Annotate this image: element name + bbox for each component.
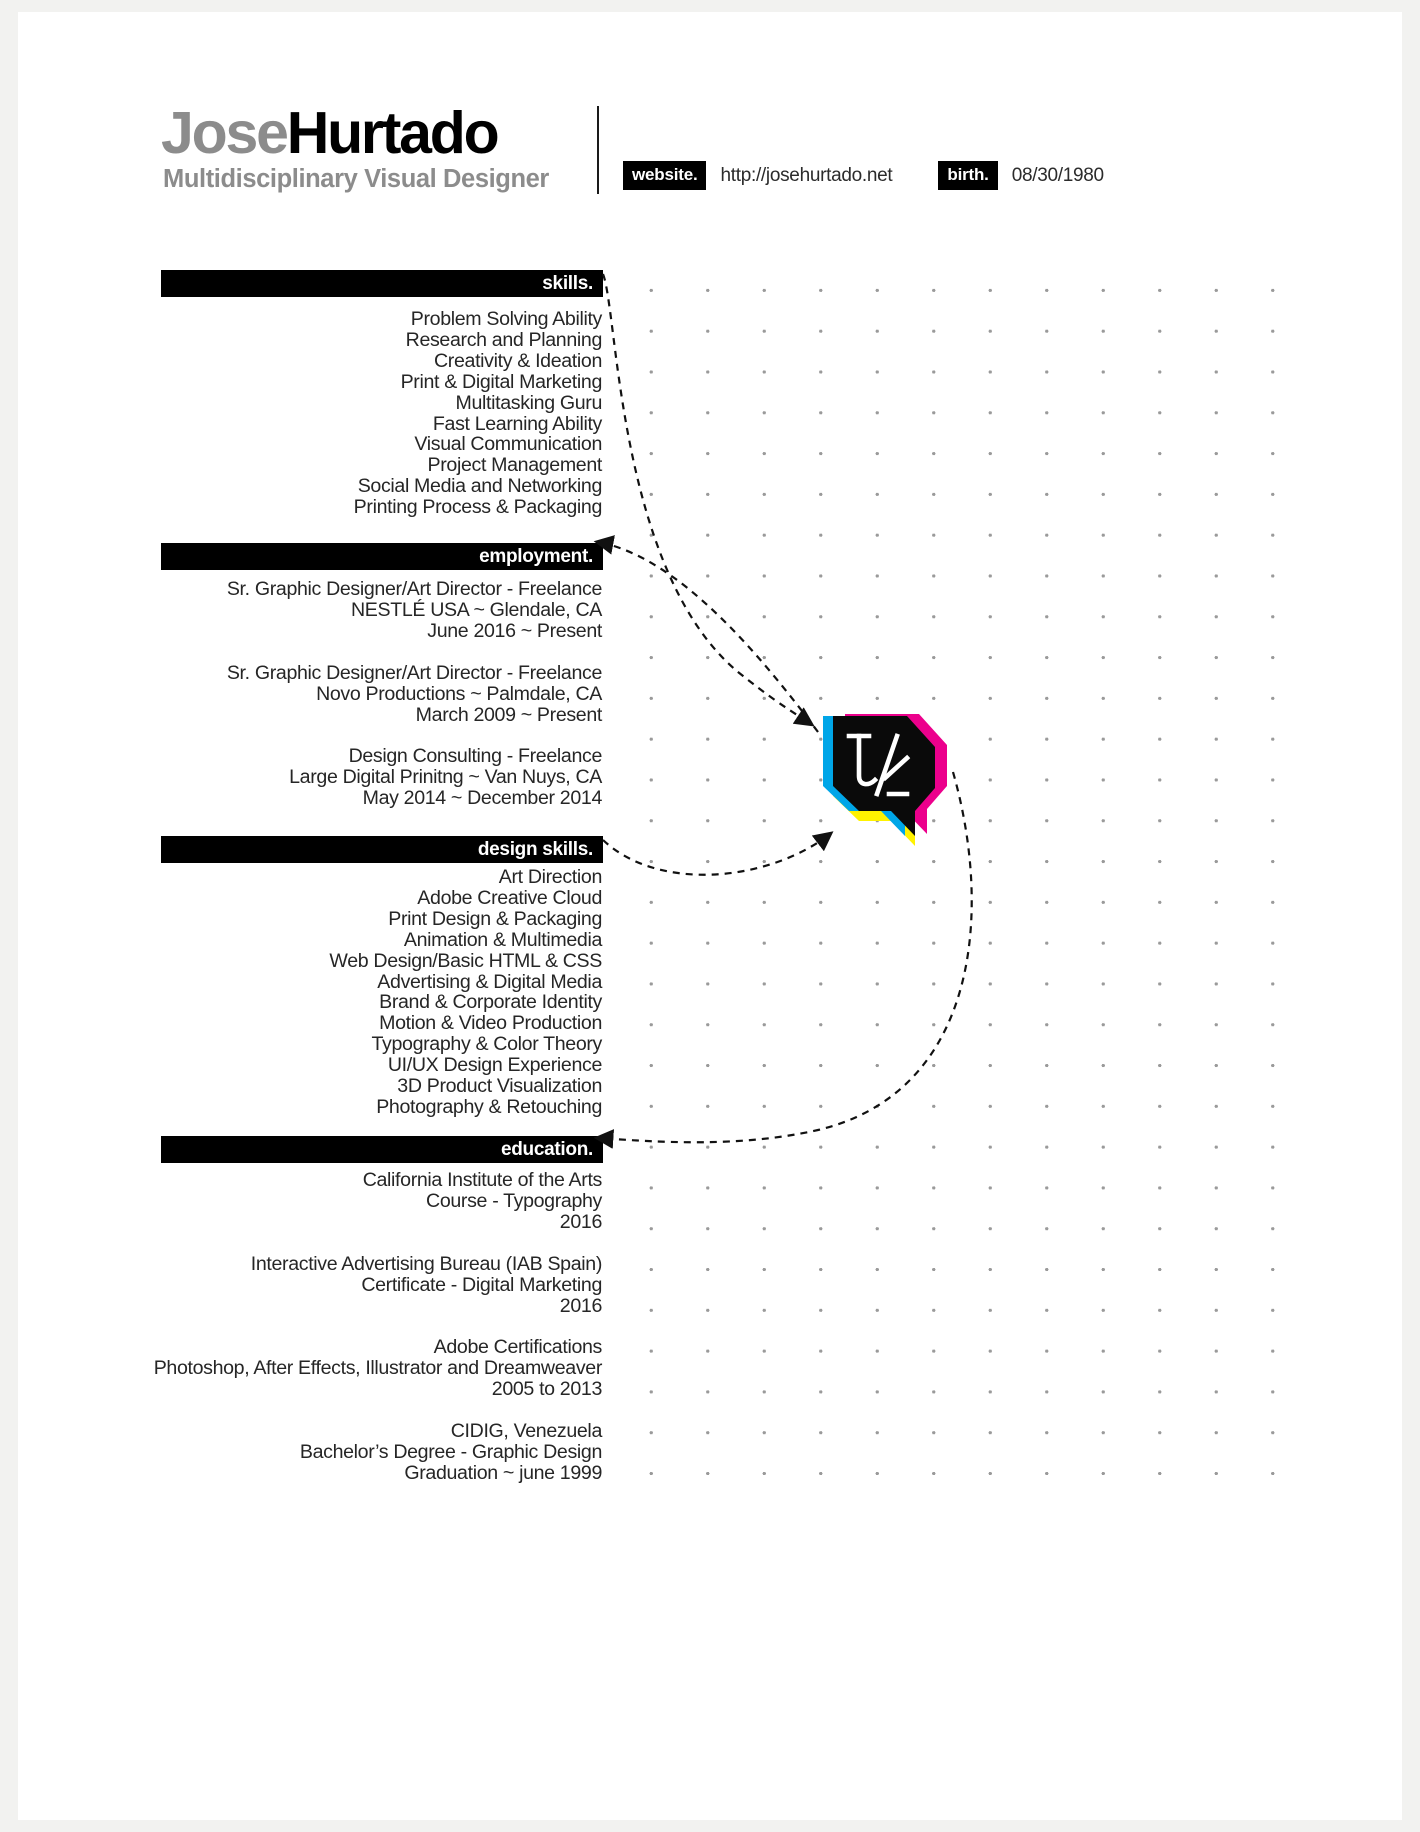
subtitle: Multidisciplinary Visual Designer — [163, 165, 549, 193]
website-label-badge: website. — [623, 161, 707, 190]
employment-role: Design Consulting - Freelance — [348, 745, 603, 768]
list-item: Fast Learning Ability — [432, 412, 602, 435]
section-header-design-skills: design skills. — [161, 836, 603, 863]
last-name: Hurtado — [286, 100, 500, 166]
education-year: 2016 — [559, 1210, 603, 1233]
section-title-education: education. — [500, 1139, 593, 1160]
list-item: Creativity & Ideation — [434, 349, 602, 372]
dot-grid-background — [610, 258, 1310, 1508]
education-institution: California Institute of the Arts — [362, 1169, 603, 1191]
list-item: Research and Planning — [405, 328, 603, 351]
education-institution: Interactive Advertising Bureau (IAB Spai… — [250, 1252, 603, 1275]
website-url[interactable]: http://josehurtado.net — [720, 165, 892, 187]
employment-dates: June 2016 ~ Present — [427, 619, 602, 642]
education-program: Bachelor’s Degree - Graphic Design — [299, 1441, 602, 1464]
education-program: Photoshop, After Effects, Illustrator an… — [153, 1357, 603, 1380]
list-item: Visual Communication — [414, 433, 602, 456]
list-item: Animation & Multimedia — [403, 928, 602, 951]
list-item: Project Management — [427, 454, 603, 477]
section-body-employment: Sr. Graphic Designer/Art Director - Free… — [78, 578, 603, 809]
list-item: Advertising & Digital Media — [377, 970, 602, 993]
section-header-employment: employment. — [161, 543, 603, 570]
education-year: 2016 — [559, 1294, 603, 1317]
list-item: UI/UX Design Experience — [387, 1054, 602, 1077]
list-item: 3D Product Visualization — [397, 1075, 602, 1098]
section-body-skills: Problem Solving Ability Research and Pla… — [78, 308, 603, 519]
education-program: Certificate - Digital Marketing — [361, 1273, 602, 1296]
list-item: Art Direction — [498, 866, 603, 888]
employment-role: Sr. Graphic Designer/Art Director - Free… — [226, 578, 603, 600]
header-divider — [597, 106, 599, 194]
employment-entry: Sr. Graphic Designer/Art Director - Free… — [78, 661, 603, 726]
education-year: Graduation ~ june 1999 — [404, 1461, 602, 1484]
education-year: 2005 to 2013 — [491, 1378, 603, 1401]
list-item: Photography & Retouching — [376, 1095, 602, 1118]
list-item: Typography & Color Theory — [371, 1033, 603, 1056]
employment-role: Sr. Graphic Designer/Art Director - Free… — [226, 661, 603, 684]
section-title-employment: employment. — [479, 546, 593, 567]
employment-company: Large Digital Prinitng ~ Van Nuys, CA — [289, 766, 602, 789]
list-item: Multitasking Guru — [455, 391, 602, 414]
education-institution: CIDIG, Venezuela — [450, 1420, 603, 1443]
section-body-design-skills: Art Direction Adobe Creative Cloud Print… — [78, 867, 602, 1118]
education-institution: Adobe Certifications — [433, 1336, 603, 1359]
employment-dates: March 2009 ~ Present — [415, 703, 603, 726]
list-item: Print & Digital Marketing — [400, 370, 603, 393]
employment-company: NESTLÉ USA ~ Glendale, CA — [351, 598, 602, 621]
section-header-education: education. — [161, 1136, 603, 1163]
first-name: Jose — [161, 100, 289, 166]
list-item: Printing Process & Packaging — [353, 496, 603, 519]
list-item: Social Media and Networking — [357, 475, 603, 498]
resume-page: JoseHurtado Multidisciplinary Visual Des… — [18, 12, 1402, 1820]
education-entry: California Institute of the Arts Course … — [78, 1169, 603, 1233]
employment-dates: May 2014 ~ December 2014 — [362, 787, 603, 810]
section-header-skills: skills. — [161, 270, 603, 297]
list-item: Brand & Corporate Identity — [379, 991, 602, 1014]
section-body-education: California Institute of the Arts Course … — [78, 1169, 603, 1484]
list-item: Problem Solving Ability — [410, 308, 603, 330]
list-item: Motion & Video Production — [379, 1012, 602, 1035]
jh-monogram-logo — [811, 700, 961, 852]
header-meta: website. http://josehurtado.net birth. 08/3… — [623, 161, 1104, 190]
list-item: Web Design/Basic HTML & CSS — [329, 949, 602, 972]
logo-speech-bubble — [823, 714, 947, 846]
birth-date: 08/30/1980 — [1011, 164, 1104, 186]
education-entry: Adobe Certifications Photoshop, After Ef… — [78, 1336, 603, 1401]
education-entry: CIDIG, Venezuela Bachelor’s Degree - Gra… — [78, 1421, 602, 1484]
employment-company: Novo Productions ~ Palmdale, CA — [316, 682, 602, 705]
employment-entry: Design Consulting - Freelance Large Digi… — [78, 746, 602, 809]
birth-label-badge: birth. — [938, 161, 998, 190]
section-title-skills: skills. — [542, 273, 593, 294]
employment-entry: Sr. Graphic Designer/Art Director - Free… — [78, 578, 603, 642]
page-title: JoseHurtado — [161, 104, 500, 163]
education-program: Course - Typography — [426, 1189, 602, 1212]
resume-header: JoseHurtado Multidisciplinary Visual Des… — [161, 104, 1261, 214]
list-item: Adobe Creative Cloud — [417, 886, 602, 909]
list-item: Print Design & Packaging — [388, 907, 602, 930]
education-entry: Interactive Advertising Bureau (IAB Spai… — [78, 1252, 603, 1317]
section-title-design-skills: design skills. — [477, 839, 593, 860]
